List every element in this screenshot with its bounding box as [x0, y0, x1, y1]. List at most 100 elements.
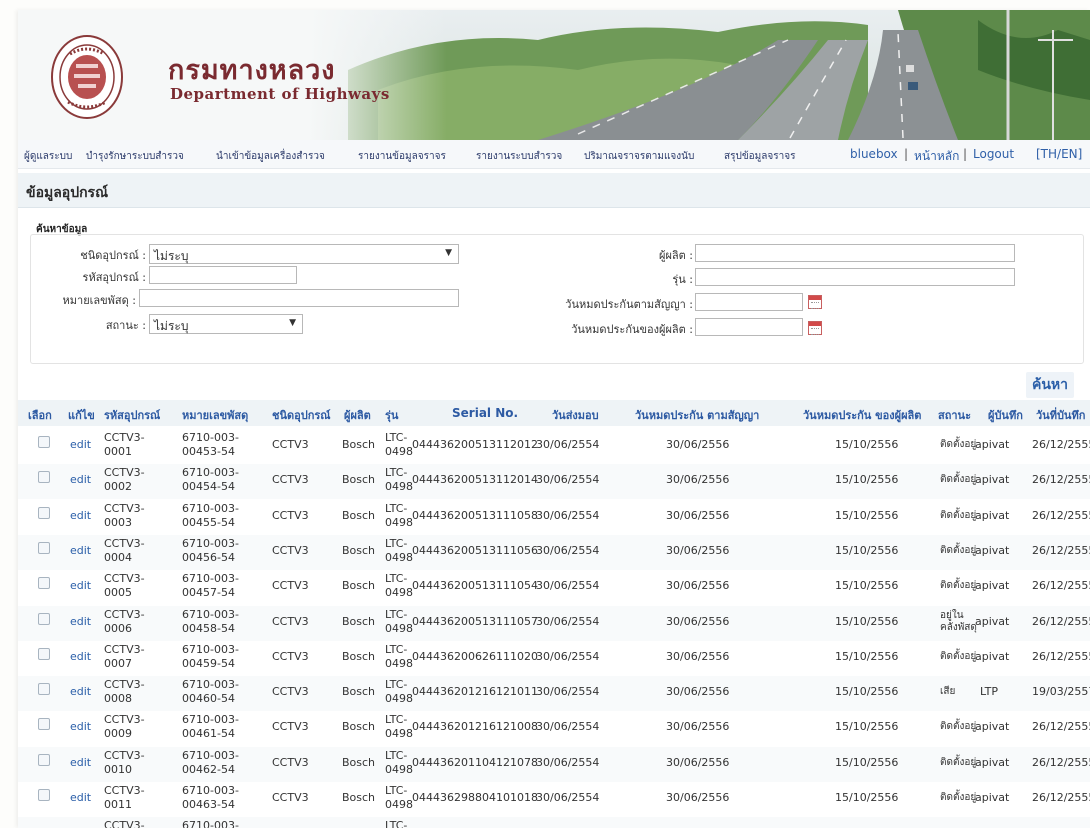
cell-serial-number: 044436200513111058	[412, 508, 538, 522]
edit-link[interactable]: edit	[70, 509, 91, 523]
cell-recorded-date: 26/12/2555	[1032, 720, 1090, 734]
column-header-model[interactable]: รุ่น	[385, 406, 398, 424]
row-select-checkbox[interactable]	[38, 789, 50, 801]
row-select-checkbox[interactable]	[38, 506, 50, 519]
cell-manufacturer: Bosch	[342, 438, 376, 451]
nav-item-traffic-count[interactable]: ปริมาณจราจรตามแจงนับ	[584, 149, 694, 164]
calendar-icon[interactable]	[808, 321, 822, 335]
edit-link[interactable]: edit	[70, 720, 91, 734]
user-link[interactable]: bluebox	[850, 147, 898, 161]
column-header-contract-warranty[interactable]: วันหมดประกัน ตามสัญญา	[635, 406, 759, 424]
edit-link[interactable]: edit	[70, 544, 91, 558]
column-header-device-type[interactable]: ชนิดอุปกรณ์	[272, 406, 331, 424]
department-seal-logo[interactable]	[50, 34, 124, 120]
manufacturer-warranty-input[interactable]	[695, 318, 803, 336]
cell-asset-number: 6710-003- 00456-54	[182, 536, 239, 564]
calendar-icon[interactable]	[808, 295, 822, 309]
device-type-select[interactable]: ไม่ระบุ ▼	[149, 244, 459, 264]
cell-asset-number: 6710-003- 00459-54	[182, 642, 239, 670]
cell-recorded-date: 26/12/2555	[1032, 473, 1090, 487]
column-header-device-code[interactable]: รหัสอุปกรณ์	[104, 406, 160, 424]
contract-warranty-input[interactable]	[695, 293, 803, 311]
language-toggle[interactable]: [TH/EN]	[1036, 147, 1082, 161]
cell-manufacturer: Bosch	[342, 755, 376, 769]
column-header-asset-number[interactable]: หมายเลขพัสดุ	[182, 406, 248, 424]
asset-number-input[interactable]	[139, 289, 459, 307]
manufacturer-input[interactable]	[695, 244, 1015, 262]
nav-item-admin[interactable]: ผู้ดูแลระบบ	[24, 149, 72, 164]
table-row: edit CCTV3- 0001 6710-003- 00453-54 CCTV3 Bosc…	[18, 429, 1090, 464]
cell-recorded-date: 26/12/2555	[1032, 649, 1090, 663]
column-header-manufacturer-warranty[interactable]: วันหมดประกัน ของผู้ผลิต	[803, 406, 921, 424]
edit-link[interactable]: edit	[70, 438, 91, 452]
cell-model: LTC- 0498	[385, 642, 413, 670]
nav-item-survey-maintenance[interactable]: บำรุงรักษาระบบสำรวจ	[86, 149, 184, 164]
column-header-delivery-date[interactable]: วันส่งมอบ	[552, 406, 599, 424]
cell-manufacturer-warranty: 15/10/2556	[835, 579, 899, 593]
edit-link[interactable]: edit	[70, 579, 91, 593]
cell-recorded-date: 26/12/2555	[1032, 791, 1090, 804]
row-select-checkbox[interactable]	[38, 683, 50, 696]
cell-contract-warranty: 30/06/2556	[666, 720, 730, 734]
cell-manufacturer-warranty: 15/10/2556	[835, 720, 899, 734]
edit-link[interactable]: edit	[70, 473, 91, 487]
cell-device-code: CCTV3- 0010	[104, 748, 145, 776]
cell-device-type: CCTV3	[272, 508, 309, 522]
table-row: edit CCTV3- 0004 6710-003- 00456-54 CCTV3 Bosc…	[18, 534, 1090, 570]
column-header-manufacturer[interactable]: ผู้ผลิต	[344, 406, 371, 424]
cell-asset-number: 6710-003- 00458-54	[182, 607, 239, 635]
row-select-checkbox[interactable]	[38, 612, 50, 625]
cell-contract-warranty: 30/06/2556	[666, 791, 730, 804]
cell-serial-number: 044436298804101018	[412, 791, 538, 804]
edit-link[interactable]: edit	[70, 615, 91, 629]
status-select[interactable]: ไม่ระบุ ▼	[149, 314, 303, 334]
column-header-edit: แก้ไข	[68, 409, 95, 422]
search-button[interactable]: ค้นหา	[1026, 372, 1075, 398]
cell-status: ติดตั้งอยู่	[940, 580, 977, 592]
device-code-input[interactable]	[149, 266, 297, 284]
manufacturer-label: ผู้ผลิต :	[659, 249, 693, 262]
cell-serial-number: 044436200513112014	[412, 473, 538, 487]
row-select-checkbox[interactable]	[38, 647, 50, 660]
cell-manufacturer: Bosch	[342, 791, 376, 804]
cell-manufacturer: Bosch	[342, 543, 376, 557]
cell-manufacturer-warranty: 15/10/2556	[835, 755, 899, 769]
cell-contract-warranty: 30/06/2556	[666, 473, 730, 487]
cell-status: ติดตั้งอยู่	[940, 509, 977, 521]
cell-manufacturer: Bosch	[342, 579, 376, 593]
cell-recorded-date: 26/12/2555	[1032, 508, 1090, 522]
nav-separator: |	[904, 147, 909, 161]
cell-delivery-date: 30/06/2554	[536, 543, 600, 557]
cell-asset-number: 6710-003- 00454-54	[182, 466, 239, 494]
cell-model: LTC- 0498	[385, 536, 413, 564]
cell-delivery-date: 30/06/2554	[536, 508, 600, 522]
row-select-checkbox[interactable]	[38, 436, 50, 448]
nav-item-survey-report[interactable]: รายงานระบบสำรวจ	[476, 149, 562, 164]
nav-item-traffic-summary[interactable]: สรุปข้อมูลจราจร	[724, 149, 795, 164]
row-select-checkbox[interactable]	[38, 718, 50, 731]
column-header-recorded-date[interactable]: วันที่บันทึก	[1036, 406, 1085, 424]
row-select-checkbox[interactable]	[38, 753, 50, 766]
row-select-checkbox[interactable]	[38, 577, 50, 590]
cell-serial-number: 044436201216121008	[412, 720, 538, 734]
column-header-recorder[interactable]: ผู้บันทึก	[988, 406, 1023, 424]
model-input[interactable]	[695, 268, 1015, 286]
cell-recorder: apivat	[975, 649, 1010, 663]
cell-device-type: CCTV3	[272, 685, 309, 699]
edit-link[interactable]: edit	[70, 791, 91, 805]
cell-status: ติดตั้งอยู่	[940, 650, 977, 662]
table-row: edit CCTV3- 0009 6710-003- 00461-54 CCTV3 Bosc…	[18, 711, 1090, 746]
edit-link[interactable]: edit	[70, 756, 91, 770]
home-link[interactable]: หน้าหลัก	[914, 147, 959, 166]
cell-manufacturer-warranty: 15/10/2556	[835, 473, 899, 487]
row-select-checkbox[interactable]	[38, 541, 50, 554]
column-header-serial[interactable]: Serial No.	[452, 406, 518, 420]
logout-link[interactable]: Logout	[973, 147, 1014, 161]
table-row: edit CCTV3- 0010 6710-003- 00462-54 CCTV3 Bosc…	[18, 746, 1090, 782]
edit-link[interactable]: edit	[70, 650, 91, 664]
column-header-status[interactable]: สถานะ	[938, 406, 971, 424]
nav-item-import-device-data[interactable]: นำเข้าข้อมูลเครื่องสำรวจ	[216, 149, 325, 164]
nav-item-traffic-report[interactable]: รายงานข้อมูลจราจร	[358, 149, 446, 164]
row-select-checkbox[interactable]	[38, 471, 50, 484]
edit-link[interactable]: edit	[70, 685, 91, 699]
